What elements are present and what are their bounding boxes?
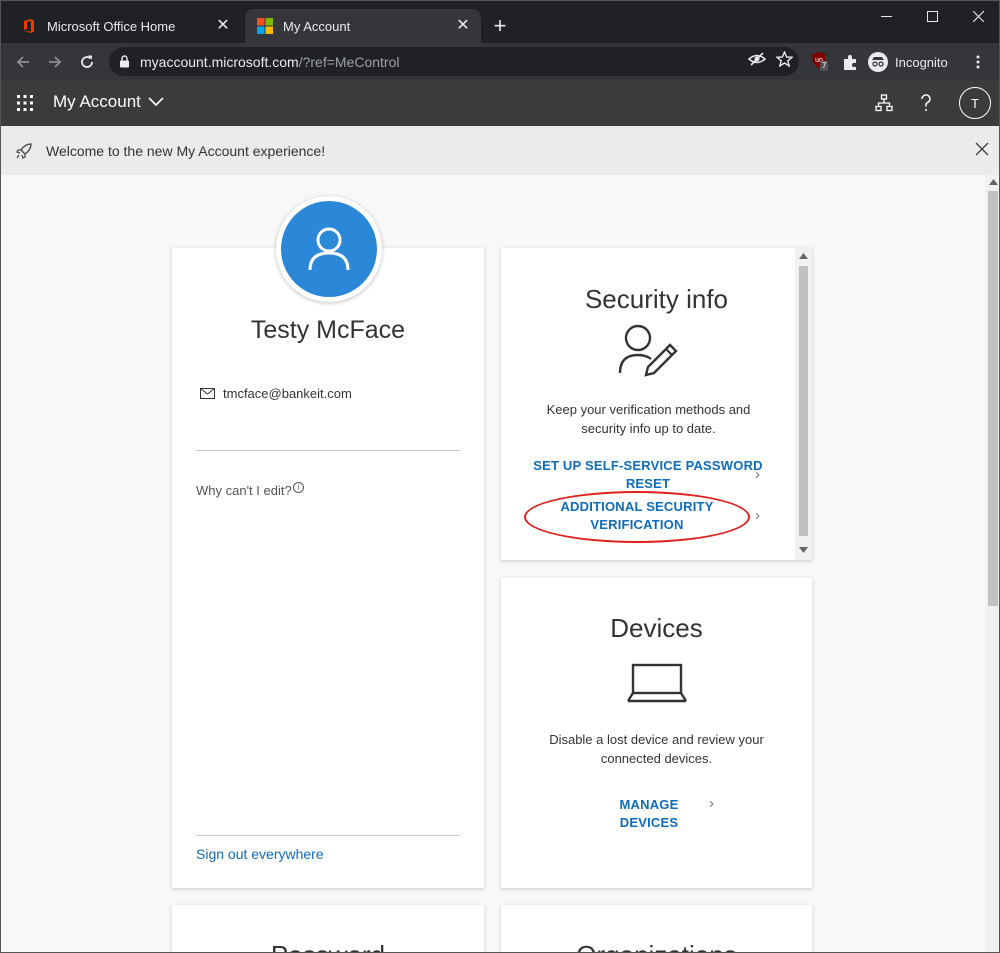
divider bbox=[196, 450, 460, 451]
sign-out-everywhere-link[interactable]: Sign out everywhere bbox=[196, 846, 324, 862]
window-close-button[interactable] bbox=[955, 1, 999, 31]
eye-slash-icon[interactable] bbox=[748, 51, 766, 67]
avatar-circle bbox=[281, 201, 377, 297]
scroll-thumb[interactable] bbox=[988, 191, 998, 606]
info-icon[interactable]: i bbox=[292, 482, 304, 493]
address-bar-actions bbox=[748, 51, 793, 67]
scroll-thumb[interactable] bbox=[799, 266, 808, 536]
page-scrollbar[interactable] bbox=[985, 175, 999, 952]
tab-my-account[interactable]: My Account ✕ bbox=[245, 9, 481, 43]
tab-title: My Account bbox=[283, 18, 351, 34]
devices-title: Devices bbox=[610, 613, 703, 643]
browser-toolbar: myaccount.microsoft.com/?ref=MeControl u… bbox=[1, 43, 999, 80]
incognito-indicator[interactable]: Incognito bbox=[867, 51, 948, 73]
close-icon[interactable]: ✕ bbox=[455, 18, 471, 34]
url-text: myaccount.microsoft.com/?ref=MeControl bbox=[140, 54, 400, 70]
browser-window: Microsoft Office Home ✕ My Account ✕ + m… bbox=[0, 0, 1000, 953]
scroll-down-icon[interactable] bbox=[799, 547, 808, 553]
office-icon bbox=[24, 19, 34, 33]
why-cant-edit-label: Why can't I edit? bbox=[196, 483, 292, 498]
reload-button[interactable] bbox=[73, 48, 101, 76]
security-info-description: Keep your verification methods and secur… bbox=[501, 400, 804, 438]
banner-text: Welcome to the new My Account experience… bbox=[46, 143, 326, 159]
app-header-actions: T bbox=[875, 87, 991, 119]
security-info-title: Security info bbox=[584, 284, 729, 314]
new-tab-button[interactable]: + bbox=[487, 13, 513, 39]
devices-description: Disable a lost device and review your co… bbox=[501, 730, 812, 768]
star-icon[interactable] bbox=[776, 51, 793, 67]
close-icon[interactable] bbox=[975, 142, 989, 156]
help-icon[interactable] bbox=[917, 93, 935, 113]
incognito-icon bbox=[868, 52, 888, 72]
extension-badge: 7 bbox=[820, 61, 829, 71]
password-title: Password bbox=[172, 940, 484, 952]
microsoft-logo-icon bbox=[257, 18, 273, 34]
app-title[interactable]: My Account bbox=[53, 92, 141, 112]
description-line: Keep your verification methods and bbox=[546, 402, 751, 417]
puzzle-icon[interactable] bbox=[841, 53, 859, 71]
divider bbox=[196, 835, 460, 836]
tab-office-home[interactable]: Microsoft Office Home ✕ bbox=[9, 9, 241, 43]
profile-avatar bbox=[276, 196, 382, 302]
organizations-title: Organizations bbox=[501, 940, 812, 952]
card-scrollbar[interactable] bbox=[795, 248, 812, 560]
maximize-button[interactable] bbox=[909, 1, 955, 31]
scroll-up-icon[interactable] bbox=[989, 179, 998, 185]
scroll-up-icon[interactable] bbox=[799, 253, 808, 259]
arrow-left-icon bbox=[16, 56, 29, 68]
chevron-right-icon[interactable]: › bbox=[755, 507, 760, 524]
lock-icon bbox=[120, 55, 129, 68]
email-row: tmcface@bankeit.com bbox=[200, 386, 352, 401]
app-launcher-icon[interactable] bbox=[16, 94, 34, 112]
reload-icon bbox=[81, 55, 93, 68]
more-vertical-icon[interactable] bbox=[970, 54, 986, 70]
description-line: security info up to date. bbox=[581, 421, 716, 436]
profile-card: Testy McFace tmcface@bankeit.com Why can… bbox=[172, 248, 484, 888]
main-content: Testy McFace tmcface@bankeit.com Why can… bbox=[1, 175, 999, 952]
tab-strip: Microsoft Office Home ✕ My Account ✕ + bbox=[1, 1, 999, 43]
close-icon bbox=[972, 10, 984, 22]
toolbar-right: uo 7 Incognito bbox=[811, 48, 986, 76]
back-button[interactable] bbox=[9, 48, 37, 76]
highlight-annotation bbox=[524, 491, 750, 543]
person-icon bbox=[308, 227, 350, 271]
organizations-card: Organizations bbox=[501, 905, 812, 952]
org-chart-icon[interactable] bbox=[875, 94, 893, 112]
maximize-icon bbox=[926, 10, 938, 22]
user-avatar[interactable]: T bbox=[959, 87, 991, 119]
app-header: My Account T bbox=[1, 80, 999, 126]
window-controls bbox=[863, 1, 999, 31]
link-line: SET UP SELF-SERVICE PASSWORD bbox=[533, 458, 763, 473]
chevron-down-icon[interactable] bbox=[147, 96, 165, 108]
forward-button[interactable] bbox=[41, 48, 69, 76]
mail-icon bbox=[200, 388, 215, 399]
manage-devices-link[interactable]: MANAGE DEVICES bbox=[589, 796, 709, 832]
chevron-right-icon[interactable]: › bbox=[709, 795, 714, 812]
laptop-icon bbox=[627, 663, 687, 703]
email-address: tmcface@bankeit.com bbox=[223, 386, 352, 401]
user-edit-icon bbox=[618, 324, 678, 377]
description-line: connected devices. bbox=[600, 751, 713, 766]
close-icon[interactable]: ✕ bbox=[215, 18, 231, 34]
url-path: /?ref=MeControl bbox=[298, 53, 400, 70]
password-card: Password bbox=[172, 905, 484, 952]
devices-card: Devices Disable a lost device and review… bbox=[501, 578, 812, 888]
incognito-label: Incognito bbox=[895, 54, 948, 70]
rocket-icon bbox=[16, 143, 32, 159]
chevron-right-icon[interactable]: › bbox=[755, 466, 760, 483]
arrow-right-icon bbox=[49, 56, 62, 68]
minimize-button[interactable] bbox=[863, 1, 909, 31]
why-cant-edit-link[interactable]: Why can't I edit? i bbox=[196, 482, 304, 498]
sspr-link[interactable]: SET UP SELF-SERVICE PASSWORD RESET bbox=[519, 457, 777, 493]
description-line: Disable a lost device and review your bbox=[549, 732, 764, 747]
tab-title: Microsoft Office Home bbox=[47, 18, 176, 34]
url-host: myaccount.microsoft.com bbox=[140, 53, 299, 70]
welcome-banner: Welcome to the new My Account experience… bbox=[1, 126, 999, 175]
minimize-icon bbox=[880, 15, 892, 17]
profile-name: Testy McFace bbox=[250, 316, 406, 344]
ublock-extension-button[interactable]: uo 7 bbox=[811, 51, 833, 73]
address-bar[interactable]: myaccount.microsoft.com/?ref=MeControl bbox=[109, 47, 799, 76]
